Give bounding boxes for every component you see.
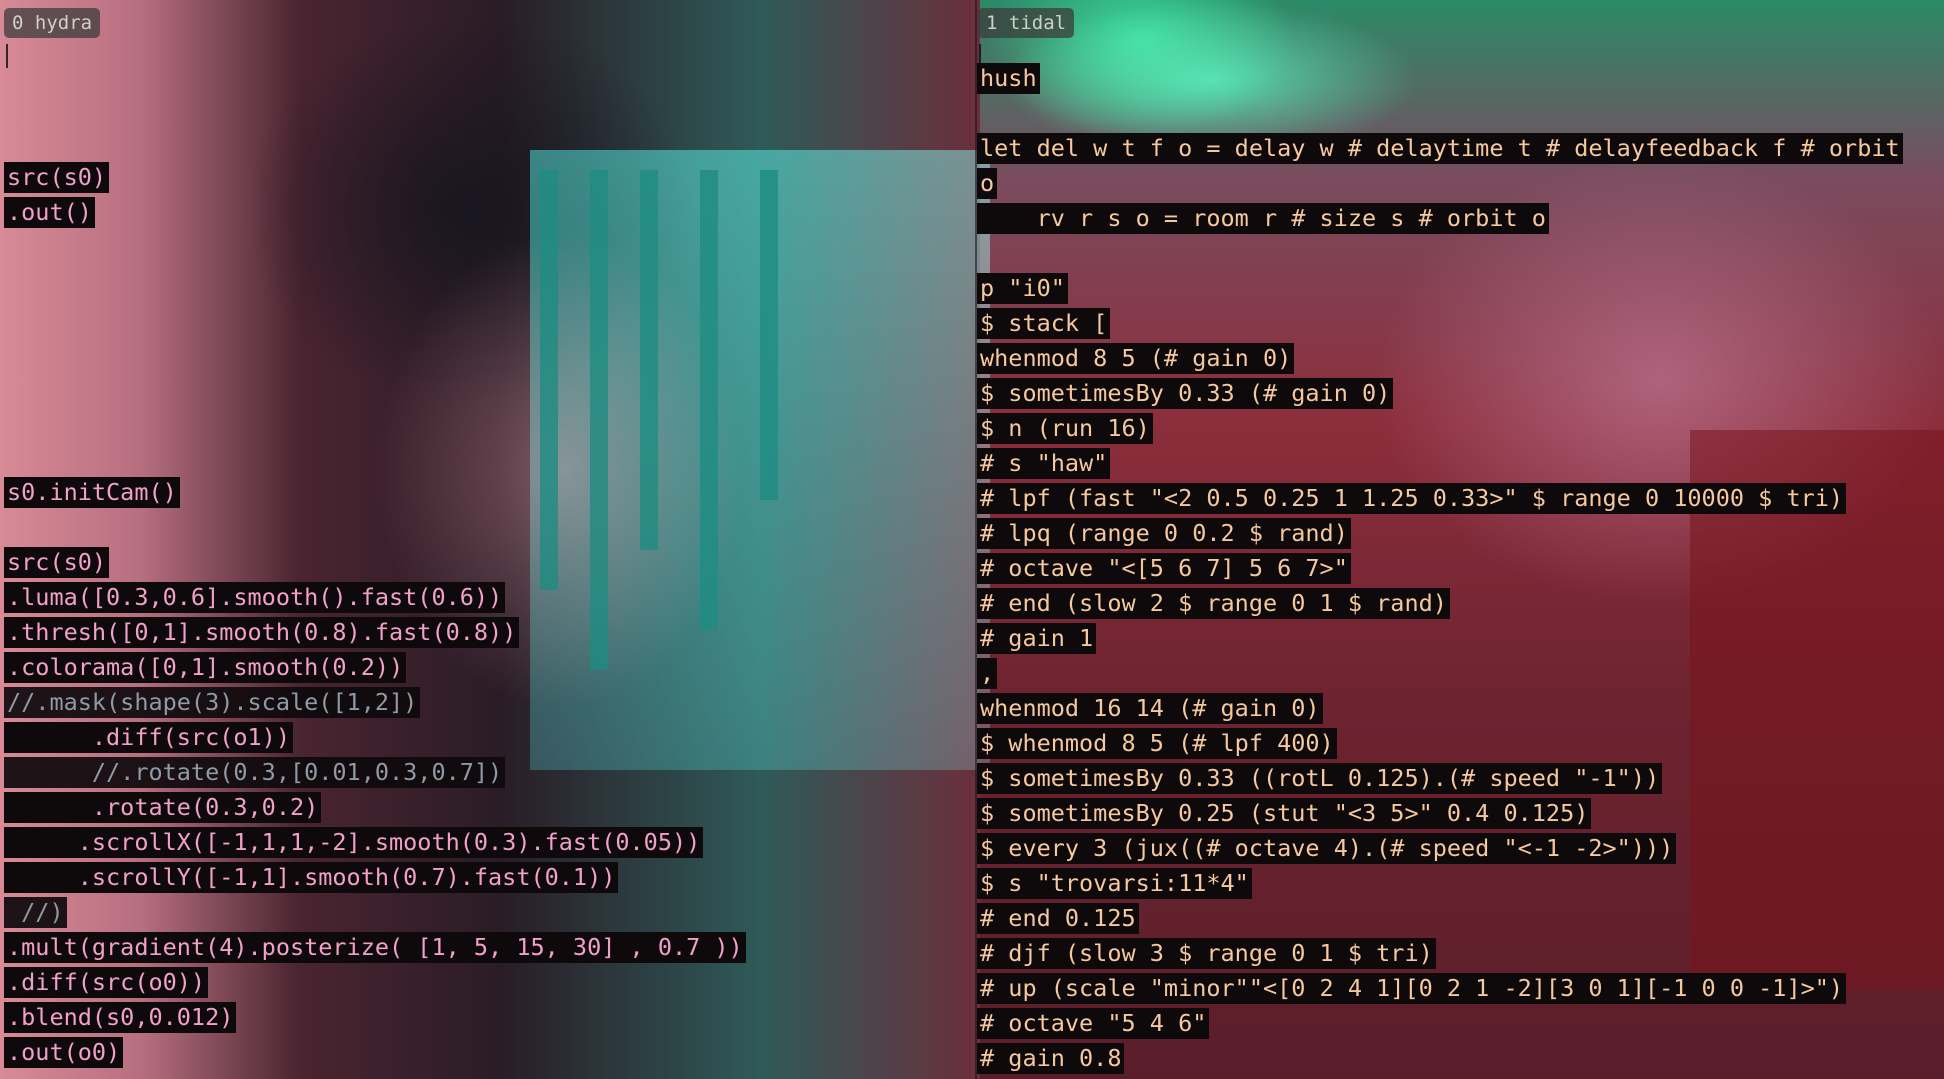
code-line[interactable]: # s "haw" (977, 448, 1111, 479)
code-line[interactable]: $ stack [ (977, 308, 1111, 339)
code-line[interactable]: # djf (slow 3 $ range 0 1 $ tri) (977, 938, 1436, 969)
code-line[interactable]: # gain 1 (977, 623, 1097, 654)
code-line[interactable]: whenmod 8 5 (# gain 0) (977, 343, 1295, 374)
code-line[interactable]: .out() (4, 197, 95, 228)
code-line[interactable]: hush (977, 63, 1040, 94)
code-line[interactable]: # end (slow 2 $ range 0 1 $ rand) (977, 588, 1450, 619)
code-line[interactable]: $ sometimesBy 0.33 (# gain 0) (977, 378, 1394, 409)
code-line[interactable]: src(s0) (4, 547, 110, 578)
code-line[interactable]: # octave "<[5 6 7] 5 6 7>" (977, 553, 1351, 584)
code-line[interactable]: .diff(src(o0)) (4, 967, 209, 998)
code-line[interactable]: # octave "5 4 6" (977, 1008, 1210, 1039)
code-line[interactable]: .blend(s0,0.012) (4, 1002, 237, 1033)
code-line[interactable]: $ s "trovarsi:11*4" (977, 868, 1252, 899)
code-line[interactable]: .mult(gradient(4).posterize( [1, 5, 15, … (4, 932, 746, 963)
code-line[interactable]: src(s0) (4, 162, 110, 193)
code-line[interactable]: p "i0" (977, 273, 1068, 304)
hydra-editor[interactable]: src(s0) .out() s0.initCam() src(s0) .lum… (0, 0, 975, 1079)
code-line[interactable]: $ n (run 16) (977, 413, 1153, 444)
code-line[interactable]: .scrollY([-1,1].smooth(0.7).fast(0.1)) (4, 862, 619, 893)
code-line[interactable]: , (977, 658, 998, 689)
code-line[interactable]: .luma([0.3,0.6].smooth().fast(0.6)) (4, 582, 506, 613)
code-line[interactable]: o (977, 168, 998, 199)
code-line[interactable]: whenmod 16 14 (# gain 0) (977, 693, 1323, 724)
code-line[interactable]: .colorama([0,1].smooth(0.2)) (4, 652, 407, 683)
code-line[interactable]: $ every 3 (jux((# octave 4).(# speed "<-… (977, 833, 1677, 864)
code-line[interactable]: # lpf (fast "<2 0.5 0.25 1 1.25 0.33>" $… (977, 483, 1847, 514)
code-line[interactable]: $ sometimesBy 0.25 (stut "<3 5>" 0.4 0.1… (977, 798, 1592, 829)
code-line[interactable]: # gain 0.8 (977, 1043, 1125, 1074)
code-line[interactable]: .scrollX([-1,1,1,-2].smooth(0.3).fast(0.… (4, 827, 704, 858)
code-line[interactable]: # up (scale "minor""<[0 2 4 1][0 2 1 -2]… (977, 973, 1847, 1004)
code-line-comment[interactable]: //) (4, 897, 67, 928)
tidal-editor[interactable]: hush let del w t f o = delay w # delayti… (977, 0, 1944, 1079)
code-line[interactable]: s0.initCam() (4, 477, 180, 508)
code-line[interactable]: .thresh([0,1].smooth(0.8).fast(0.8)) (4, 617, 520, 648)
code-line[interactable]: .diff(src(o1)) (4, 722, 293, 753)
code-line[interactable]: .rotate(0.3,0.2) (4, 792, 322, 823)
code-line[interactable]: # lpq (range 0 0.2 $ rand) (977, 518, 1351, 549)
code-line[interactable]: rv r s o = room r # size s # orbit o (977, 203, 1549, 234)
code-line[interactable]: .out(o0) (4, 1037, 124, 1068)
code-line[interactable]: # end 0.125 (977, 903, 1139, 934)
code-line[interactable]: $ whenmod 8 5 (# lpf 400) (977, 728, 1337, 759)
code-line[interactable]: $ sometimesBy 0.33 ((rotL 0.125).(# spee… (977, 763, 1663, 794)
code-line[interactable]: let del w t f o = delay w # delaytime t … (977, 133, 1903, 164)
code-line-comment[interactable]: //.mask(shape(3).scale([1,2]) (4, 687, 421, 718)
code-line-comment[interactable]: //.rotate(0.3,[0.01,0.3,0.7]) (4, 757, 506, 788)
